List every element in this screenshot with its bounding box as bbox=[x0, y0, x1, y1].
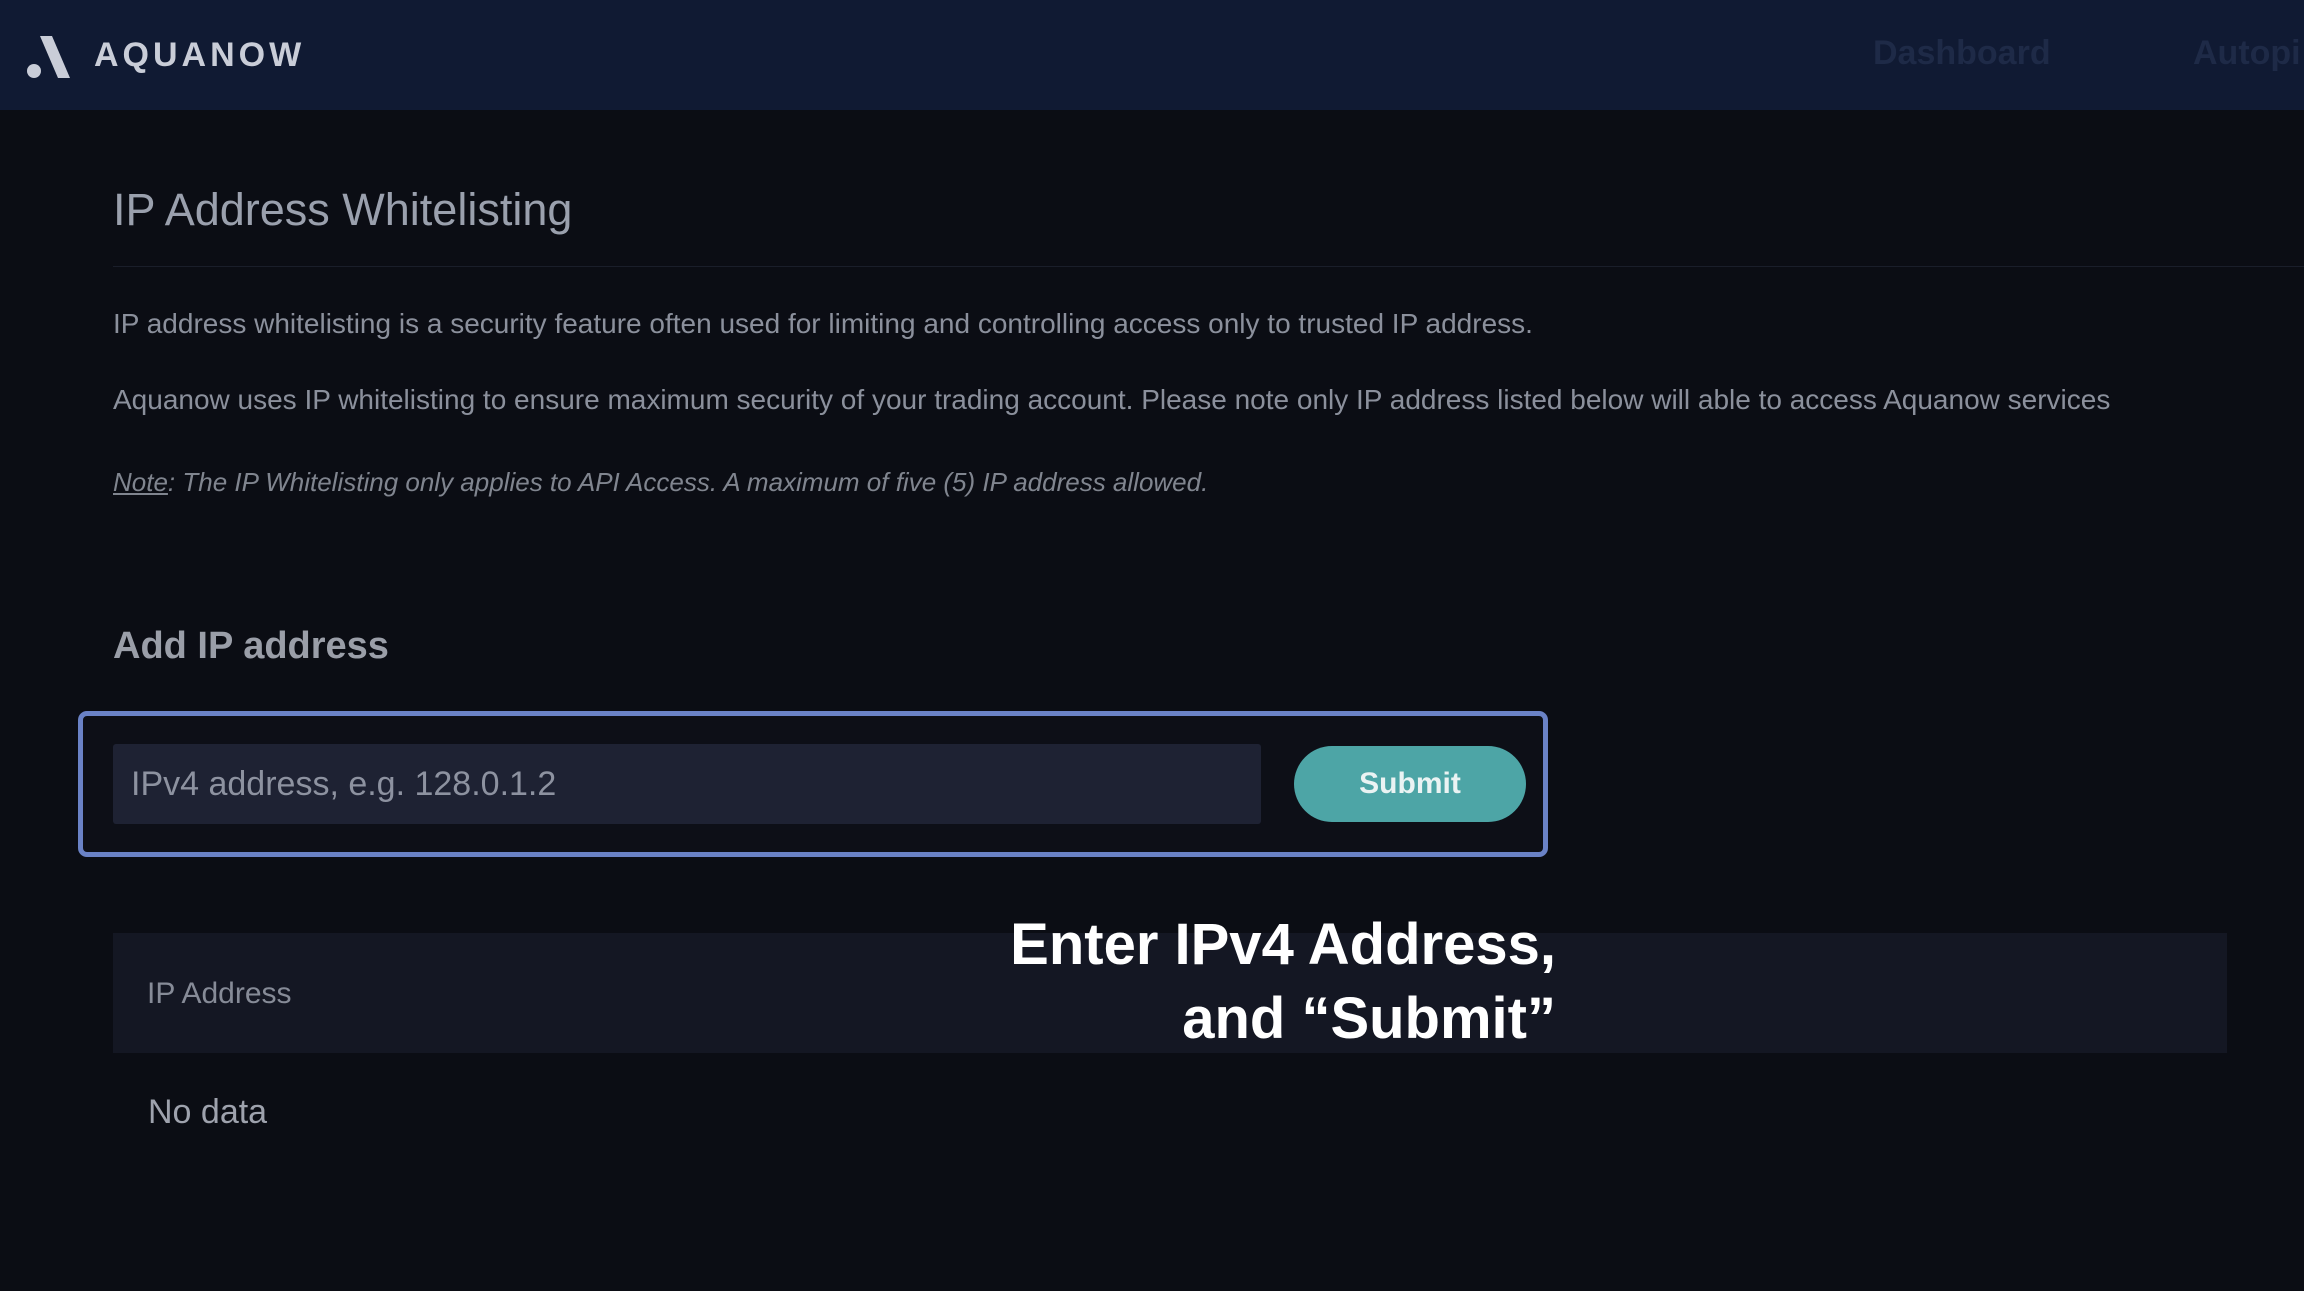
submit-button[interactable]: Submit bbox=[1294, 746, 1526, 822]
description-paragraph: Aquanow uses IP whitelisting to ensure m… bbox=[113, 384, 2111, 415]
note-text: : The IP Whitelisting only applies to AP… bbox=[167, 467, 1209, 497]
add-ip-section-title: Add IP address bbox=[113, 625, 389, 667]
title-divider bbox=[113, 266, 2304, 267]
ip-address-input[interactable] bbox=[113, 744, 1261, 824]
description-paragraph: IP address whitelisting is a security fe… bbox=[113, 308, 1533, 339]
top-navigation-bar: AQUANOW Dashboard Autopi bbox=[0, 0, 2304, 110]
aquanow-logo-icon bbox=[27, 36, 70, 78]
brand-name: AQUANOW bbox=[94, 36, 306, 74]
table-empty-state: No data bbox=[148, 1093, 268, 1131]
column-header-ip-address: IP Address bbox=[147, 977, 292, 1010]
note-label: Note bbox=[113, 467, 168, 497]
caption-line: and “Submit” bbox=[1182, 986, 1556, 1051]
api-access-note: Note: The IP Whitelisting only applies t… bbox=[113, 467, 1208, 498]
page-title: IP Address Whitelisting bbox=[113, 184, 573, 235]
tutorial-caption: Enter IPv4 Address, and “Submit” bbox=[1010, 908, 1556, 1056]
nav-dashboard-link[interactable]: Dashboard bbox=[1873, 34, 2051, 73]
nav-autopilot-link[interactable]: Autopi bbox=[2193, 34, 2301, 73]
caption-line: Enter IPv4 Address, bbox=[1010, 912, 1556, 977]
